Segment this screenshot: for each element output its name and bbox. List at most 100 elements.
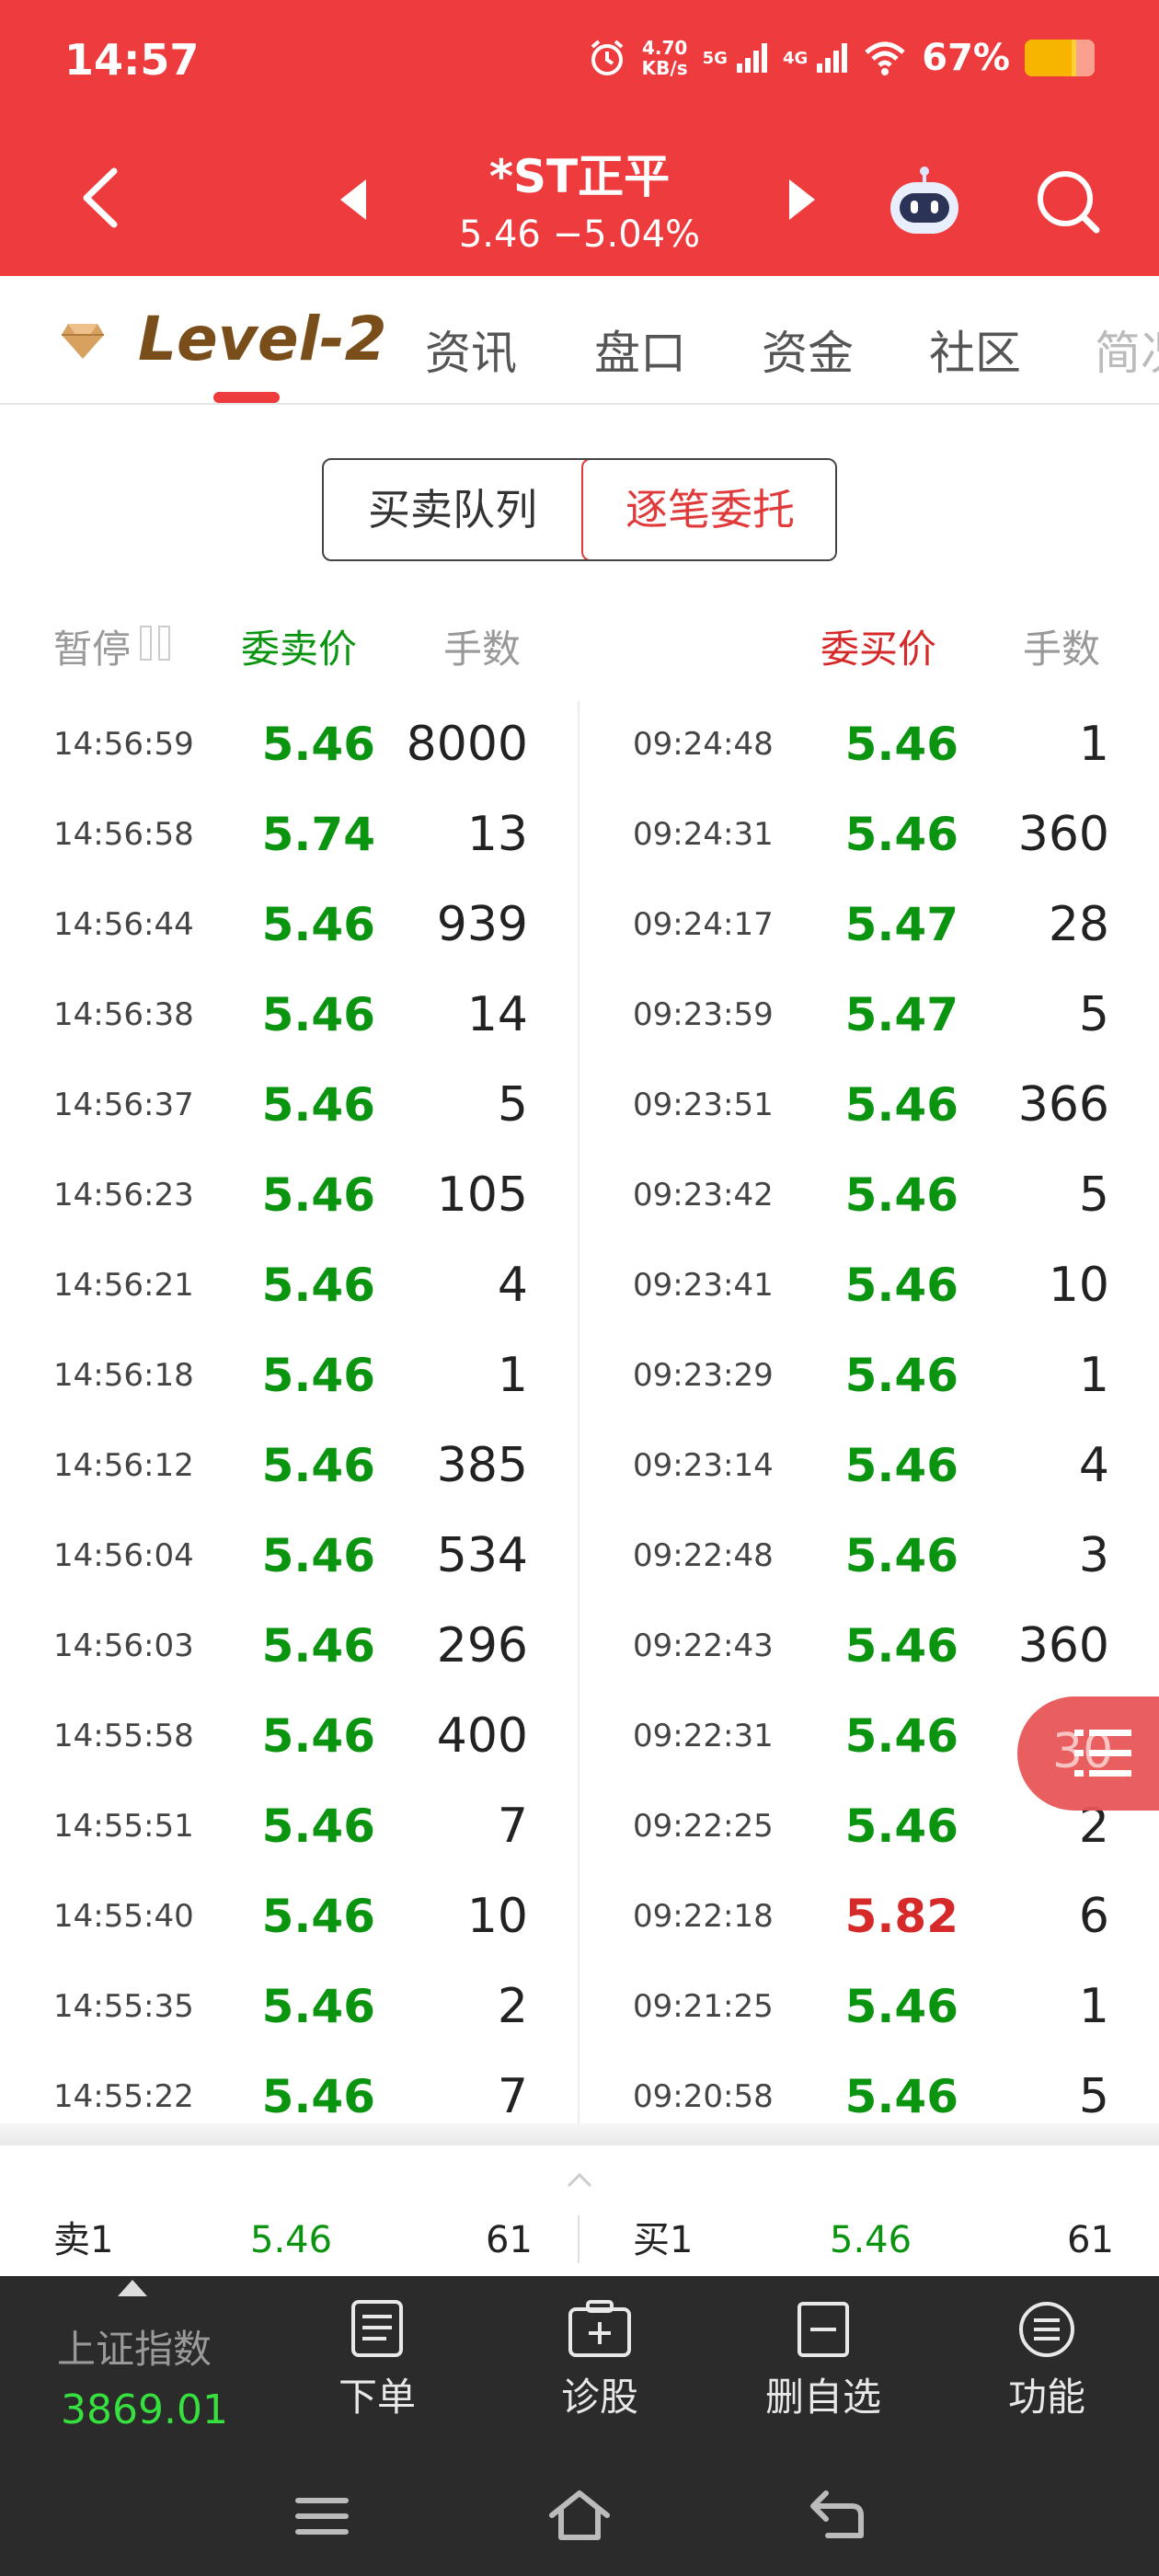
signal-5g-icon (736, 43, 767, 73)
battery-icon (1025, 40, 1095, 76)
best-sell-qty: 61 (486, 2219, 533, 2261)
segment-buy-sell-queue[interactable]: 买卖队列 (324, 460, 581, 559)
buy-qty: 1 (1078, 717, 1109, 772)
order-form-icon (351, 2300, 403, 2357)
search-icon[interactable] (1034, 167, 1102, 236)
stock-quote: 5.46 −5.04% (458, 213, 701, 256)
sell-qty: 296 (436, 1618, 528, 1673)
order-row[interactable]: 14:56:04 5.46 534 09:22:48 5.46 3 (53, 1511, 1109, 1601)
home-icon[interactable] (543, 2484, 616, 2548)
diagnose-icon (568, 2300, 631, 2357)
place-order-button[interactable]: 下单 (294, 2300, 460, 2422)
floating-menu-button[interactable]: 30 (1017, 1696, 1159, 1811)
segment-order-by-order[interactable]: 逐笔委托 (581, 460, 835, 559)
sell-qty: 8000 (406, 717, 528, 772)
best-sell-price: 5.46 (250, 2219, 333, 2261)
status-time: 14:57 (64, 35, 200, 85)
sell-qty: 5 (497, 1077, 528, 1133)
order-row[interactable]: 14:56:38 5.46 14 09:23:59 5.47 5 (53, 970, 1109, 1060)
buy-qty: 5 (1078, 1167, 1109, 1223)
index-name[interactable]: 上证指数 (57, 2318, 212, 2375)
tab-order-book[interactable]: 盘口 (594, 316, 686, 383)
quote-divider (578, 2215, 580, 2263)
tab-bar: Level-2 资讯 盘口 资金 社区 简况 (0, 276, 1159, 405)
app-header: 14:57 4.70 KB/s 5G 4G 67% *ST正平 5.46 −5.… (0, 0, 1159, 276)
buy-qty: 5 (1078, 987, 1109, 1042)
sell-qty: 534 (436, 1528, 528, 1583)
alarm-icon (591, 40, 623, 75)
menu-circle-icon (1019, 2302, 1074, 2357)
index-value: 3869.01 (61, 2386, 228, 2433)
tab-community[interactable]: 社区 (929, 316, 1021, 383)
buy-qty: 1 (1078, 1979, 1109, 2034)
queue-segment-control: 买卖队列 逐笔委托 (322, 458, 837, 561)
active-tab-indicator (213, 392, 280, 403)
pause-button[interactable]: 暂停 (53, 618, 131, 674)
order-row[interactable]: 14:55:51 5.46 7 09:22:25 5.46 2 (53, 1781, 1109, 1871)
sell-qty: 4 (497, 1258, 528, 1313)
sell-qty: 400 (436, 1708, 528, 1764)
sell-qty: 1 (497, 1348, 528, 1403)
buy-qty: 1 (1078, 1348, 1109, 1403)
signal-4g-icon (817, 43, 848, 73)
tab-profile[interactable]: 简况 (1095, 316, 1159, 383)
remove-watchlist-button[interactable]: 删自选 (740, 2300, 906, 2422)
stock-name: *ST正平 (488, 150, 671, 203)
buy-qty: 28 (1048, 897, 1109, 952)
functions-button[interactable]: 功能 (964, 2300, 1130, 2422)
order-row[interactable]: 14:56:18 5.46 1 09:23:29 5.46 1 (53, 1330, 1109, 1420)
best-sell-label: 卖1 (53, 2219, 114, 2261)
order-row[interactable]: 14:56:21 5.46 4 09:23:41 5.46 10 (53, 1240, 1109, 1330)
next-stock-icon[interactable] (789, 179, 815, 220)
sell-qty: 105 (436, 1167, 528, 1223)
order-row[interactable]: 14:56:59 5.46 8000 09:24:48 5.46 1 (53, 699, 1109, 789)
sell-qty-header: 手数 (443, 627, 522, 672)
tab-level2[interactable]: Level-2 (138, 304, 387, 374)
buy-qty-header: 手数 (1023, 627, 1101, 672)
buy-qty: 4 (1078, 1438, 1109, 1493)
list-icon (1074, 1730, 1131, 1777)
sell-qty: 13 (466, 807, 528, 862)
sell-price-header: 委卖价 (241, 627, 358, 672)
chevron-up-icon[interactable] (565, 2166, 594, 2195)
network-speed: 4.70 KB/s (641, 37, 688, 79)
sell-qty: 10 (466, 1889, 528, 1944)
order-row[interactable]: 14:55:40 5.46 10 09:22:18 5.82 6 (53, 1871, 1109, 1961)
buy-qty: 366 (1017, 1077, 1109, 1133)
buy-price-header: 委买价 (820, 627, 937, 672)
pause-icon[interactable] (140, 626, 173, 661)
network-5g-label: 5G (702, 48, 728, 68)
minus-box-icon (798, 2302, 849, 2357)
sell-qty: 939 (436, 897, 528, 952)
recent-apps-icon[interactable] (285, 2484, 359, 2548)
best-buy-label: 买1 (633, 2219, 694, 2261)
order-row[interactable]: 14:56:23 5.46 105 09:23:42 5.46 5 (53, 1150, 1109, 1240)
order-row[interactable]: 14:56:12 5.46 385 09:23:14 5.46 4 (53, 1420, 1109, 1511)
order-row[interactable]: 14:55:58 5.46 400 09:22:31 5.46 (53, 1691, 1109, 1781)
system-back-icon[interactable] (800, 2484, 874, 2548)
diagnose-stock-button[interactable]: 诊股 (517, 2300, 683, 2422)
wifi-icon (865, 41, 905, 75)
network-4g-label: 4G (782, 48, 809, 68)
buy-qty: 360 (1017, 807, 1109, 862)
diamond-icon (62, 324, 104, 359)
order-table[interactable]: 14:56:59 5.46 8000 09:24:48 5.46 1 14:56:58 5.7… (53, 699, 1109, 2144)
tab-news[interactable]: 资讯 (425, 316, 517, 383)
order-row[interactable]: 14:56:37 5.46 5 09:23:51 5.46 366 (53, 1060, 1109, 1150)
robot-assistant-icon[interactable] (883, 164, 966, 237)
tab-funds[interactable]: 资金 (762, 316, 854, 383)
buy-qty: 6 (1078, 1889, 1109, 1944)
buy-qty: 3 (1078, 1528, 1109, 1583)
sell-qty: 7 (497, 1799, 528, 1854)
order-row[interactable]: 14:56:03 5.46 296 09:22:43 5.46 360 (53, 1601, 1109, 1691)
order-row[interactable]: 14:56:44 5.46 939 09:24:17 5.47 28 (53, 880, 1109, 970)
order-row[interactable]: 14:56:58 5.74 13 09:24:31 5.46 360 (53, 789, 1109, 880)
battery-percent: 67% (922, 37, 1010, 79)
panel-edge (0, 2123, 1159, 2145)
best-buy-price: 5.46 (830, 2219, 912, 2261)
sell-qty: 14 (466, 987, 528, 1042)
sell-qty: 2 (497, 1979, 528, 2034)
status-icons: 4.70 KB/s 5G 4G 67% (587, 37, 1095, 79)
order-row[interactable]: 14:55:35 5.46 2 09:21:25 5.46 1 (53, 1961, 1109, 2052)
expand-index-icon[interactable] (118, 2280, 147, 2296)
